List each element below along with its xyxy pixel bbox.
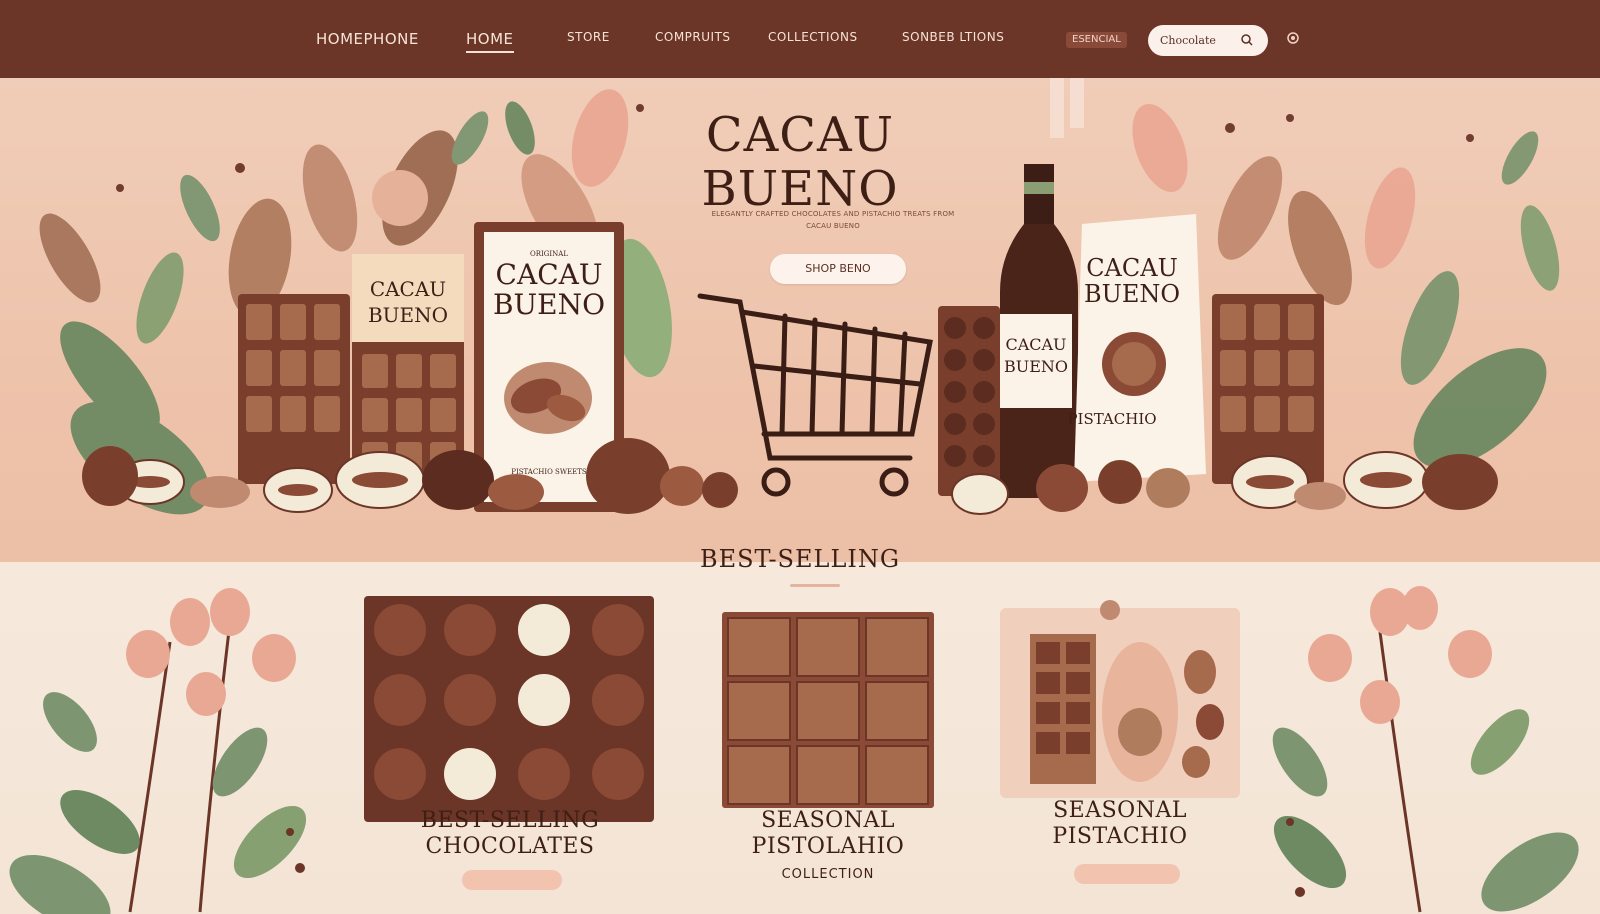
card-best-selling-caption[interactable]: BEST-SELLING CHOCOLATES — [400, 808, 620, 860]
truffle-box — [364, 596, 654, 822]
chocolate-bar — [722, 612, 934, 808]
chocolate-bar-left — [238, 294, 350, 484]
nav-item-compruits[interactable]: COMPRUITS — [655, 30, 731, 44]
brand-link[interactable]: HOMEPHONE — [316, 30, 419, 48]
hero-title: CACAU BUENO — [0, 108, 1600, 216]
hero-tagline: ELEGANTLY CRAFTED CHOCOLATES AND PISTACH… — [711, 210, 955, 230]
card-2-title-line-1: SEASONAL — [761, 808, 895, 833]
shop-now-button[interactable]: SHOP BENO — [770, 254, 906, 284]
package-right-label-2: BUENO — [1084, 280, 1180, 308]
nav-item-collections[interactable]: COLLECTIONS — [768, 30, 858, 44]
shopping-cart-icon — [697, 293, 933, 497]
search-icon[interactable] — [1240, 33, 1254, 47]
card-2-subtitle: COLLECTION — [781, 867, 875, 882]
card-1-tag[interactable] — [462, 870, 562, 890]
package-left-small-label-1: CACAU — [370, 277, 446, 301]
package-right-flavor: PISTACHIO — [1067, 410, 1156, 428]
card-3-title-line-1: SEASONAL — [1053, 798, 1187, 823]
package-left-big-label-2: BUENO — [493, 288, 605, 321]
search-input[interactable]: Chocolate — [1160, 34, 1216, 47]
bottle-label-2: BUENO — [1004, 357, 1068, 376]
hero-banner: CACAU BUENO ORIGINAL CACAU BUENO PISTACH… — [0, 78, 1600, 562]
pistachio-collage — [1000, 600, 1240, 798]
flower-branch-right — [1272, 586, 1579, 913]
card-seasonal-pistachio-caption[interactable]: SEASONAL PISTACHIO — [1020, 798, 1220, 850]
package-left-small-label-2: BUENO — [368, 303, 448, 327]
nav-item-seasonal-collections[interactable]: SONBEB LTIONS — [902, 30, 1004, 44]
chocolate-stack-right — [938, 306, 1000, 496]
package-right-label-1: CACAU — [1086, 254, 1178, 282]
card-seasonal-collection-caption[interactable]: SEASONAL PISTOLAHIO COLLECTION — [718, 808, 938, 888]
card-3-title-line-2: PISTACHIO — [1052, 824, 1188, 849]
card-1-title-line-2: CHOCOLATES — [425, 834, 595, 859]
best-selling-section: BEST-SELLING BEST-SELLING CHOCOLATES SEA… — [0, 545, 1600, 914]
nav-badge[interactable]: ESENCIAL — [1066, 32, 1127, 48]
top-navigation: HOMEPHONE HOME STORE COMPRUITS COLLECTIO… — [0, 0, 1600, 78]
card-3-tag[interactable] — [1074, 864, 1180, 884]
card-1-title-line-1: BEST-SELLING — [420, 808, 600, 833]
package-left-big-top: ORIGINAL — [530, 250, 568, 258]
nav-item-store[interactable]: STORE — [567, 30, 610, 44]
circle-icon[interactable] — [1286, 31, 1300, 45]
bottle-label-1: CACAU — [1005, 335, 1066, 354]
nav-item-home[interactable]: HOME — [466, 30, 514, 53]
flower-branch-left — [9, 588, 307, 914]
package-left-big-foot: PISTACHIO SWEETS — [511, 468, 587, 476]
card-2-title-line-2: PISTOLAHIO — [751, 834, 905, 859]
package-left-big-label-1: CACAU — [496, 258, 603, 291]
hero-title-line-1: CACAU — [705, 107, 895, 163]
search-field[interactable]: Chocolate — [1148, 25, 1268, 56]
